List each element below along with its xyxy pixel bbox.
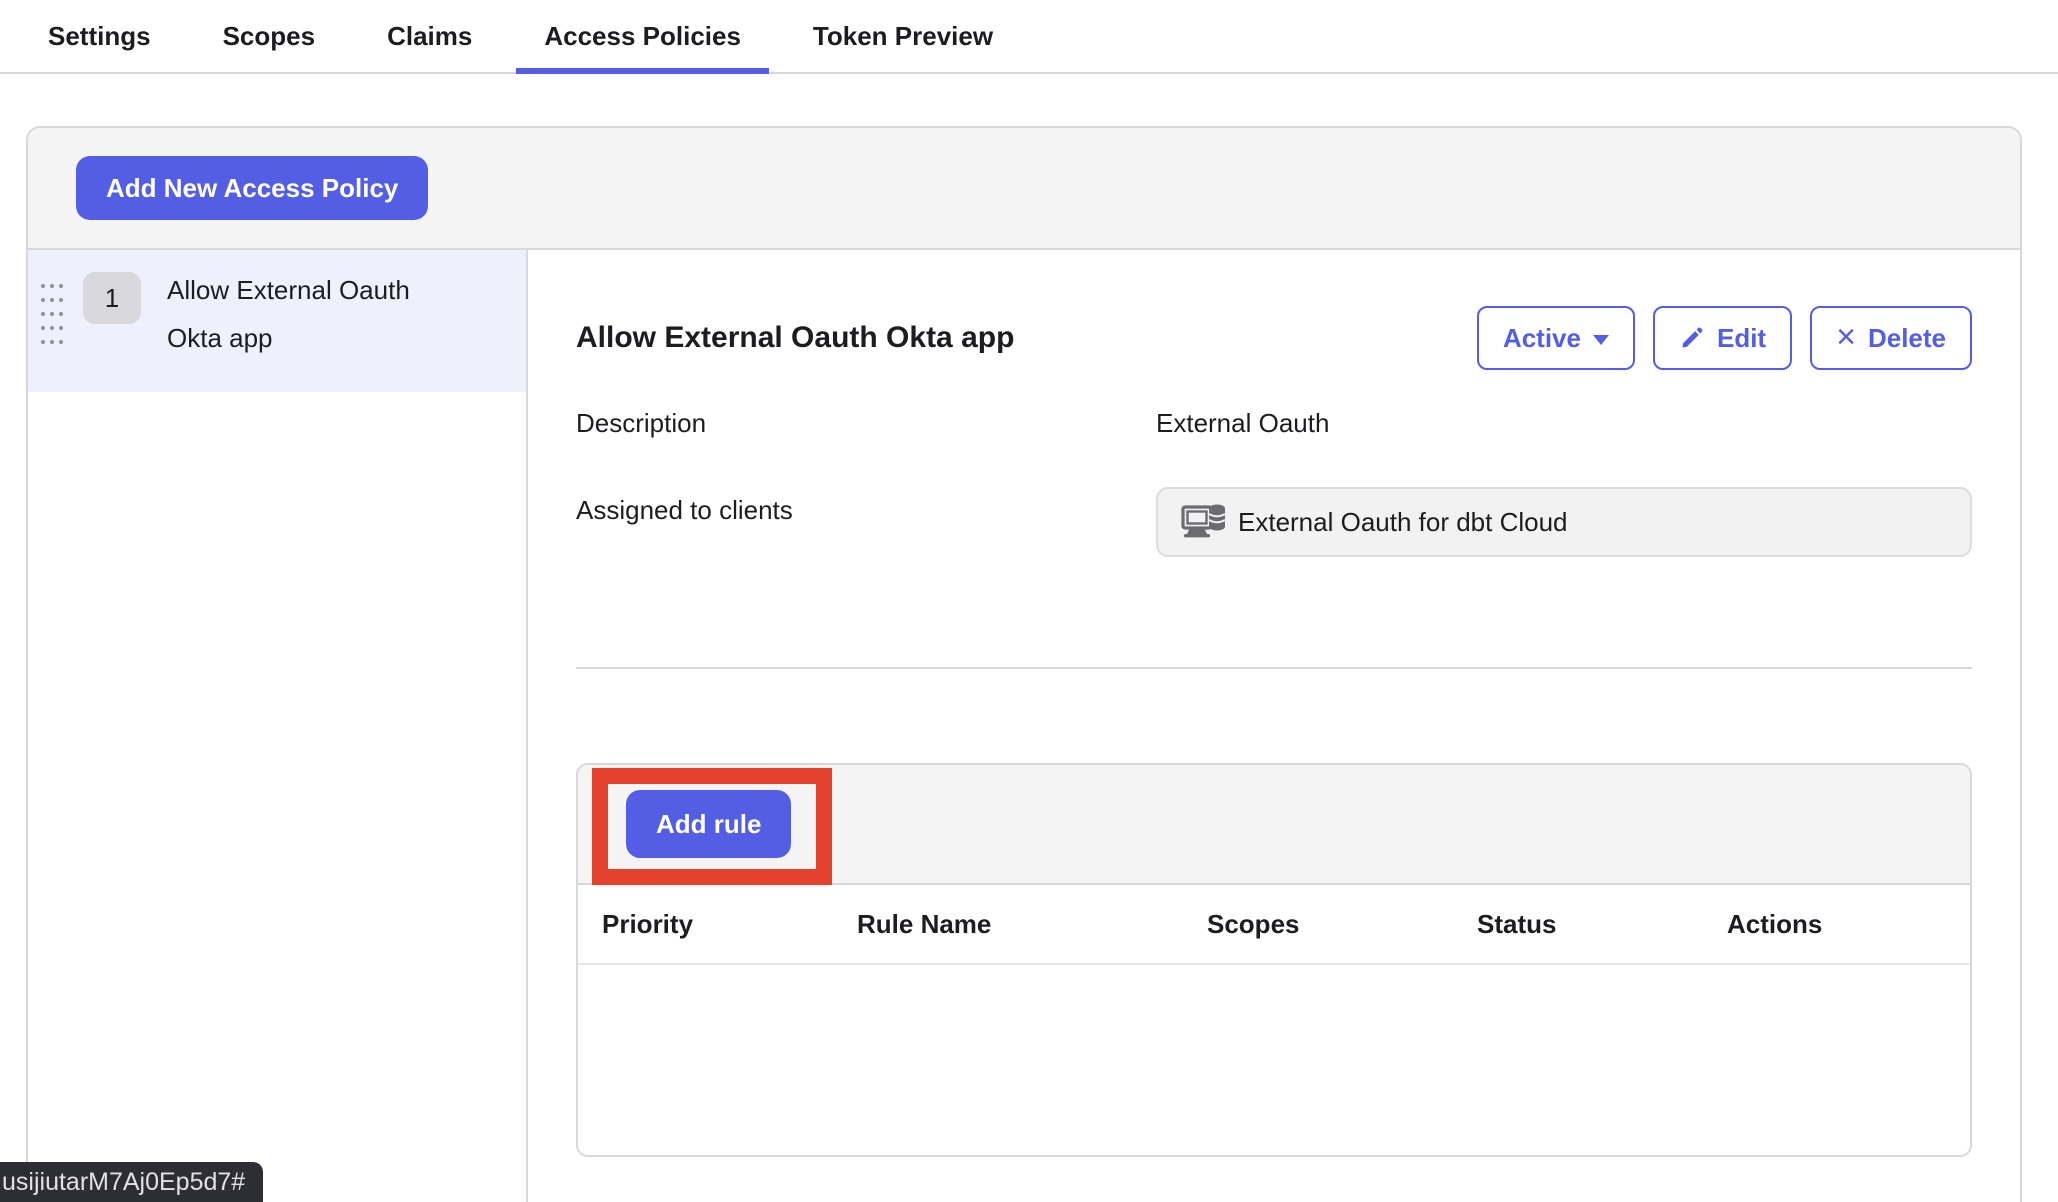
status-dropdown-label: Active bbox=[1503, 323, 1581, 354]
delete-button-label: Delete bbox=[1868, 323, 1946, 354]
add-new-access-policy-button[interactable]: Add New Access Policy bbox=[76, 156, 428, 220]
policy-list-item[interactable]: 1 Allow External Oauth Okta app bbox=[28, 250, 526, 392]
policies-content: 1 Allow External Oauth Okta app Allow Ex… bbox=[28, 250, 2020, 1202]
assigned-client-name: External Oauth for dbt Cloud bbox=[1238, 507, 1568, 538]
policies-toolbar: Add New Access Policy bbox=[28, 128, 2020, 250]
add-rule-button[interactable]: Add rule bbox=[626, 790, 791, 858]
policy-title: Allow External Oauth Okta app bbox=[576, 321, 1014, 355]
tab-scopes[interactable]: Scopes bbox=[195, 0, 344, 72]
link-preview-tooltip: usijiutarM7Aj0Ep5d7# bbox=[0, 1162, 263, 1202]
tab-bar: Settings Scopes Claims Access Policies T… bbox=[0, 0, 2058, 74]
rules-toolbar: Add rule bbox=[578, 765, 1970, 885]
policy-actions: Active Edit × Del bbox=[1477, 306, 1972, 370]
caret-down-icon bbox=[1593, 335, 1609, 345]
description-label: Description bbox=[576, 408, 1156, 439]
rules-table-header: Priority Rule Name Scopes Status Actions bbox=[578, 885, 1970, 965]
policy-detail: Allow External Oauth Okta app Active bbox=[528, 250, 2020, 1202]
policy-list: 1 Allow External Oauth Okta app bbox=[28, 250, 528, 1202]
tab-access-policies[interactable]: Access Policies bbox=[516, 0, 769, 72]
close-icon: × bbox=[1836, 320, 1856, 354]
rules-table-body bbox=[578, 965, 1970, 1155]
column-header-actions: Actions bbox=[1727, 909, 1970, 940]
column-header-status: Status bbox=[1477, 909, 1727, 940]
client-app-icon bbox=[1180, 501, 1226, 543]
column-header-scopes: Scopes bbox=[1207, 909, 1477, 940]
policy-item-label: Allow External Oauth Okta app bbox=[167, 266, 447, 392]
delete-button[interactable]: × Delete bbox=[1810, 306, 1972, 370]
policy-priority-badge: 1 bbox=[83, 272, 141, 324]
assigned-client-chip[interactable]: External Oauth for dbt Cloud bbox=[1156, 487, 1972, 557]
tab-token-preview[interactable]: Token Preview bbox=[785, 0, 1021, 72]
pencil-icon bbox=[1679, 325, 1705, 351]
column-header-priority: Priority bbox=[602, 909, 857, 940]
status-dropdown-button[interactable]: Active bbox=[1477, 306, 1635, 370]
edit-button[interactable]: Edit bbox=[1653, 306, 1792, 370]
tab-settings[interactable]: Settings bbox=[20, 0, 179, 72]
description-value: External Oauth bbox=[1156, 408, 1972, 439]
drag-handle-icon[interactable] bbox=[41, 284, 63, 350]
edit-button-label: Edit bbox=[1717, 323, 1766, 354]
tab-claims[interactable]: Claims bbox=[359, 0, 500, 72]
assigned-to-clients-label: Assigned to clients bbox=[576, 495, 1156, 526]
rules-panel: Add rule Priority Rule Name Scopes Statu… bbox=[576, 763, 1972, 1157]
access-policies-panel: Add New Access Policy 1 Allow External O… bbox=[26, 126, 2022, 1202]
section-divider bbox=[576, 667, 1972, 669]
column-header-rule-name: Rule Name bbox=[857, 909, 1207, 940]
